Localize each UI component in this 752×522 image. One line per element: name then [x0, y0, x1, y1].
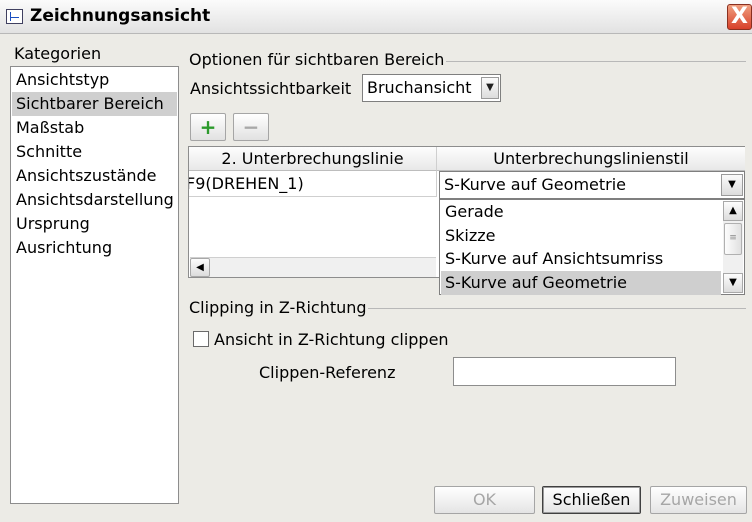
category-item-ausrichtung[interactable]: Ausrichtung [12, 236, 177, 260]
break-line-style-dropdown: Gerade Skizze S-Kurve auf Ansichtsumriss… [439, 199, 745, 295]
column-header-break-line-style[interactable]: Unterbrechungslinienstil [437, 147, 745, 171]
minus-icon: − [242, 115, 260, 139]
clip-z-direction-label[interactable]: Ansicht in Z-Richtung clippen [214, 330, 449, 349]
categories-label: Kategorien [14, 44, 102, 63]
column-header-break-line[interactable]: 2. Unterbrechungslinie [189, 147, 437, 171]
category-item-ansichtstyp[interactable]: Ansichtstyp [12, 68, 177, 92]
add-break-line-button[interactable]: + [190, 113, 226, 141]
chevron-down-icon[interactable]: ▼ [721, 174, 743, 196]
clipping-divider [368, 308, 746, 309]
category-list[interactable]: Ansichtstyp Sichtbarer Bereich Maßstab S… [10, 66, 179, 504]
close-button[interactable]: X [727, 4, 752, 30]
scrollbar-thumb[interactable]: ≡ [724, 223, 742, 255]
clip-z-direction-checkbox[interactable] [193, 331, 209, 347]
horizontal-scrollbar[interactable]: ◀ [190, 257, 436, 277]
clip-reference-field[interactable] [453, 357, 676, 386]
chevron-left-icon[interactable]: ◀ [190, 258, 210, 277]
clip-reference-label: Clippen-Referenz [259, 363, 396, 382]
category-item-massstab[interactable]: Maßstab [12, 116, 177, 140]
chevron-down-icon[interactable]: ▼ [723, 273, 743, 293]
visibility-select-value: Bruchansicht [367, 78, 472, 97]
table-cell-break-line[interactable]: F9(DREHEN_1) [189, 171, 437, 197]
break-line-value: F9(DREHEN_1) [189, 174, 304, 193]
chevron-up-icon[interactable]: ▲ [723, 201, 743, 221]
dropdown-option-s-kurve-ansichtsumriss[interactable]: S-Kurve auf Ansichtsumriss [441, 247, 721, 271]
vertical-scrollbar[interactable]: ▲ ≡ ▼ [723, 201, 743, 293]
plus-icon: + [199, 115, 217, 139]
title-bar: Zeichnungsansicht X [0, 0, 752, 34]
category-item-ansichtsdarstellung[interactable]: Ansichtsdarstellung [12, 188, 177, 212]
remove-break-line-button[interactable]: − [233, 113, 269, 141]
category-item-sichtbarer-bereich[interactable]: Sichtbarer Bereich [12, 92, 177, 116]
dropdown-option-gerade[interactable]: Gerade [441, 200, 721, 224]
chevron-down-icon[interactable]: ▼ [481, 77, 499, 99]
visibility-label: Ansichtssichtbarkeit [190, 79, 352, 98]
close-dialog-button[interactable]: Schließen [542, 486, 641, 514]
clipping-heading: Clipping in Z-Richtung [189, 298, 367, 317]
window-title: Zeichnungsansicht [30, 6, 211, 26]
category-item-schnitte[interactable]: Schnitte [12, 140, 177, 164]
visible-area-divider [446, 61, 746, 62]
category-item-ansichtszustaende[interactable]: Ansichtszustände [12, 164, 177, 188]
dropdown-option-s-kurve-geometrie[interactable]: S-Kurve auf Geometrie [441, 271, 721, 295]
break-line-style-value: S-Kurve auf Geometrie [444, 175, 627, 194]
dropdown-option-skizze[interactable]: Skizze [441, 224, 721, 248]
break-line-style-combo[interactable]: S-Kurve auf Geometrie ▼ [439, 171, 745, 199]
visible-area-heading: Optionen für sichtbaren Bereich [189, 50, 445, 69]
ok-button[interactable]: OK [434, 486, 535, 514]
drawing-view-icon [6, 9, 23, 24]
category-item-ursprung[interactable]: Ursprung [12, 212, 177, 236]
visibility-select[interactable]: Bruchansicht ▼ [362, 74, 501, 102]
apply-button[interactable]: Zuweisen [650, 486, 747, 514]
